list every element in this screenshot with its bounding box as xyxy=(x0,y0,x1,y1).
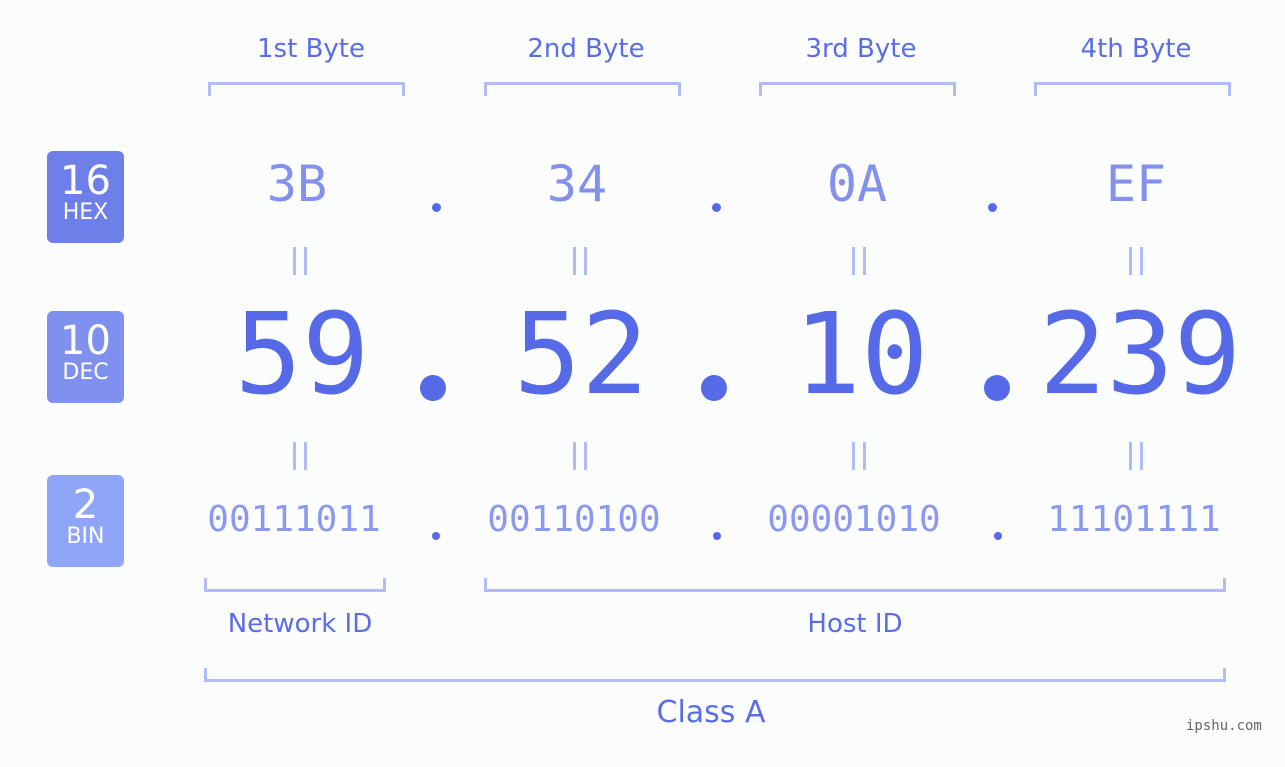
bin-badge: 2 BIN xyxy=(47,475,124,567)
hex-value-3: 0A xyxy=(826,155,888,213)
equals-icon xyxy=(852,442,866,470)
dec-value-4: 239 xyxy=(1038,290,1242,420)
hex-badge: 16 HEX xyxy=(47,151,124,243)
hex-badge-label: HEX xyxy=(62,200,109,225)
dec-value-2: 52 xyxy=(513,290,649,420)
dec-badge: 10 DEC xyxy=(47,311,124,403)
dec-badge-base: 10 xyxy=(60,318,111,364)
equals-icon xyxy=(1129,247,1143,275)
bin-dot-3 xyxy=(994,532,1002,540)
byte-bracket-1 xyxy=(208,82,405,96)
bin-dot-1 xyxy=(432,532,440,540)
dec-dot-2 xyxy=(701,375,727,401)
equals-icon xyxy=(852,247,866,275)
hex-value-4: EF xyxy=(1105,155,1167,213)
watermark: ipshu.com xyxy=(1186,718,1262,734)
equals-icon xyxy=(293,247,307,275)
network-id-bracket xyxy=(204,578,386,592)
hex-dot-3 xyxy=(988,203,997,212)
byte-bracket-3 xyxy=(759,82,956,96)
dec-dot-1 xyxy=(420,375,446,401)
byte-bracket-2 xyxy=(484,82,681,96)
dec-value-3: 10 xyxy=(793,290,929,420)
bin-value-3: 00001010 xyxy=(767,499,941,540)
bin-badge-label: BIN xyxy=(66,524,105,549)
class-bracket xyxy=(204,668,1226,682)
equals-icon xyxy=(293,442,307,470)
equals-icon xyxy=(1129,442,1143,470)
byte-header-1: 1st Byte xyxy=(257,34,365,64)
bin-value-1: 00111011 xyxy=(207,499,381,540)
hex-dot-2 xyxy=(712,203,721,212)
dec-dot-3 xyxy=(984,375,1010,401)
bin-dot-2 xyxy=(713,532,721,540)
bin-value-2: 00110100 xyxy=(487,499,661,540)
byte-header-4: 4th Byte xyxy=(1080,34,1192,64)
class-label: Class A xyxy=(656,695,766,730)
byte-header-2: 2nd Byte xyxy=(527,34,645,64)
hex-badge-base: 16 xyxy=(60,158,111,204)
network-id-label: Network ID xyxy=(227,609,373,639)
equals-icon xyxy=(573,247,587,275)
byte-bracket-4 xyxy=(1034,82,1231,96)
host-id-bracket xyxy=(484,578,1226,592)
hex-dot-1 xyxy=(432,203,441,212)
dec-badge-label: DEC xyxy=(62,360,109,385)
equals-icon xyxy=(573,442,587,470)
host-id-label: Host ID xyxy=(807,609,903,639)
dec-value-1: 59 xyxy=(234,290,370,420)
hex-value-2: 34 xyxy=(546,155,608,213)
byte-header-3: 3rd Byte xyxy=(805,34,917,64)
bin-value-4: 11101111 xyxy=(1047,499,1221,540)
bin-badge-base: 2 xyxy=(72,482,99,528)
hex-value-1: 3B xyxy=(266,155,328,213)
